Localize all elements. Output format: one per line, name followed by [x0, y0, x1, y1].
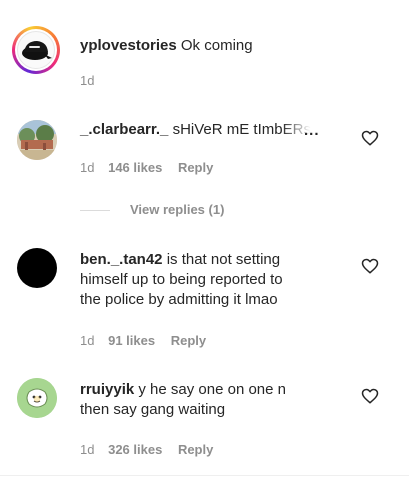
comment-item: ben._.tan42 is that not setting himself …	[0, 240, 409, 360]
comment-timestamp[interactable]: 1d	[80, 333, 94, 348]
comment-item: rruiyyik y he say one on one n then say …	[0, 370, 409, 470]
view-replies-button[interactable]: View replies (1)	[130, 202, 224, 218]
cap-avatar-image	[17, 31, 55, 69]
comment-text: is that not setting	[166, 251, 281, 268]
like-count[interactable]: 326 likes	[108, 442, 162, 457]
reply-button[interactable]: Reply	[178, 160, 213, 175]
comment-text: himself up to being reported to	[80, 271, 283, 288]
comment-username[interactable]: _.clarbearr._	[80, 121, 168, 138]
comment-text: the police by admitting it lmao	[80, 291, 278, 308]
avatar[interactable]	[17, 120, 57, 160]
reply-button[interactable]: Reply	[171, 333, 206, 348]
view-replies-line	[80, 210, 110, 211]
comment-text: then say gang waiting	[80, 401, 226, 418]
comment-timestamp[interactable]: 1d	[80, 160, 94, 175]
divider	[0, 475, 409, 476]
top-comment: yplovestories Ok coming 1d	[0, 0, 409, 100]
comment-timestamp[interactable]: 1d	[80, 442, 94, 457]
reply-button[interactable]: Reply	[178, 442, 213, 457]
comment-username[interactable]: rruiyyik	[80, 381, 134, 398]
heart-icon[interactable]	[361, 129, 381, 149]
heart-icon[interactable]	[361, 387, 381, 407]
heart-icon[interactable]	[361, 257, 381, 277]
like-count[interactable]: 91 likes	[108, 333, 155, 348]
comment-timestamp[interactable]: 1d	[80, 73, 94, 88]
comment-text: y he say one on one n	[138, 381, 286, 398]
avatar[interactable]	[17, 378, 57, 418]
more-icon[interactable]: ...	[304, 122, 320, 139]
comment-text: Ok coming	[180, 37, 253, 54]
comment-username[interactable]: yplovestories	[80, 37, 177, 54]
like-count[interactable]: 146 likes	[108, 160, 162, 175]
avatar[interactable]	[17, 248, 57, 288]
comment-item: _.clarbearr._ sHiVeR mE tImbERs ... 1d 1…	[0, 110, 409, 230]
comment-username[interactable]: ben._.tan42	[80, 251, 163, 268]
story-ring-avatar[interactable]	[12, 26, 60, 74]
